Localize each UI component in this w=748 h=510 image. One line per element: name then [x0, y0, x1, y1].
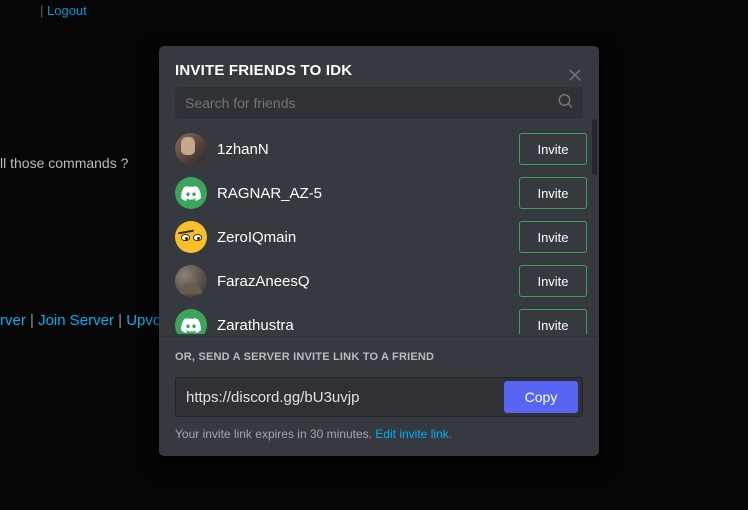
- bg-question-text: ll those commands ?: [0, 155, 128, 171]
- bg-sep-2: |: [118, 312, 126, 329]
- bg-link-server[interactable]: rver: [0, 312, 26, 329]
- friend-username: FarazAneesQ: [217, 273, 509, 290]
- search-input[interactable]: [175, 87, 583, 119]
- invite-button[interactable]: Invite: [519, 133, 587, 165]
- avatar: [175, 265, 207, 297]
- modal-header: INVITE FRIENDS TO IDK: [159, 46, 599, 87]
- invite-button[interactable]: Invite: [519, 177, 587, 209]
- bg-top-logout[interactable]: Logout: [47, 3, 87, 18]
- friend-row: RAGNAR_AZ-5 Invite: [175, 171, 587, 215]
- modal-footer: OR, SEND A SERVER INVITE LINK TO A FRIEN…: [159, 337, 599, 455]
- close-button[interactable]: [563, 62, 587, 86]
- bg-link-join-server[interactable]: Join Server: [38, 312, 114, 329]
- avatar: [175, 309, 207, 334]
- invite-link-input[interactable]: [186, 389, 504, 406]
- avatar: [175, 133, 207, 165]
- friend-row: Zarathustra Invite: [175, 303, 587, 334]
- friend-username: 1zhanN: [217, 141, 509, 158]
- bg-top-sep: |: [40, 3, 47, 18]
- bg-bottom-links: rver | Join Server | Upvote: [0, 312, 174, 329]
- invite-link-row: Copy: [175, 377, 583, 417]
- friend-row: 1zhanN Invite: [175, 127, 587, 171]
- avatar: [175, 177, 207, 209]
- expire-note: Your invite link expires in 30 minutes. …: [175, 427, 583, 441]
- invite-friends-modal: INVITE FRIENDS TO IDK 1zhanNInviteRAGNAR…: [159, 46, 599, 456]
- avatar: [175, 221, 207, 253]
- modal-title: INVITE FRIENDS TO IDK: [175, 62, 583, 79]
- edit-invite-link[interactable]: Edit invite link.: [375, 427, 452, 441]
- friend-username: Zarathustra: [217, 317, 509, 334]
- invite-button[interactable]: Invite: [519, 309, 587, 334]
- friend-row: ZeroIQmain Invite: [175, 215, 587, 259]
- bg-top-links: | Logout: [40, 3, 87, 18]
- footer-label: OR, SEND A SERVER INVITE LINK TO A FRIEN…: [175, 351, 583, 363]
- invite-button[interactable]: Invite: [519, 265, 587, 297]
- copy-button[interactable]: Copy: [504, 381, 578, 413]
- friend-row: FarazAneesQ Invite: [175, 259, 587, 303]
- expire-text: Your invite link expires in 30 minutes.: [175, 427, 375, 441]
- invite-button[interactable]: Invite: [519, 221, 587, 253]
- friend-username: RAGNAR_AZ-5: [217, 185, 509, 202]
- friend-list[interactable]: 1zhanN Invite RAGNAR_AZ-5 Invite ZeroIQmain I…: [159, 119, 599, 334]
- scrollbar-thumb[interactable]: [592, 119, 597, 175]
- close-icon: [566, 65, 584, 83]
- friend-username: ZeroIQmain: [217, 229, 509, 246]
- bg-sep-1: |: [30, 312, 38, 329]
- search-container: [175, 87, 583, 119]
